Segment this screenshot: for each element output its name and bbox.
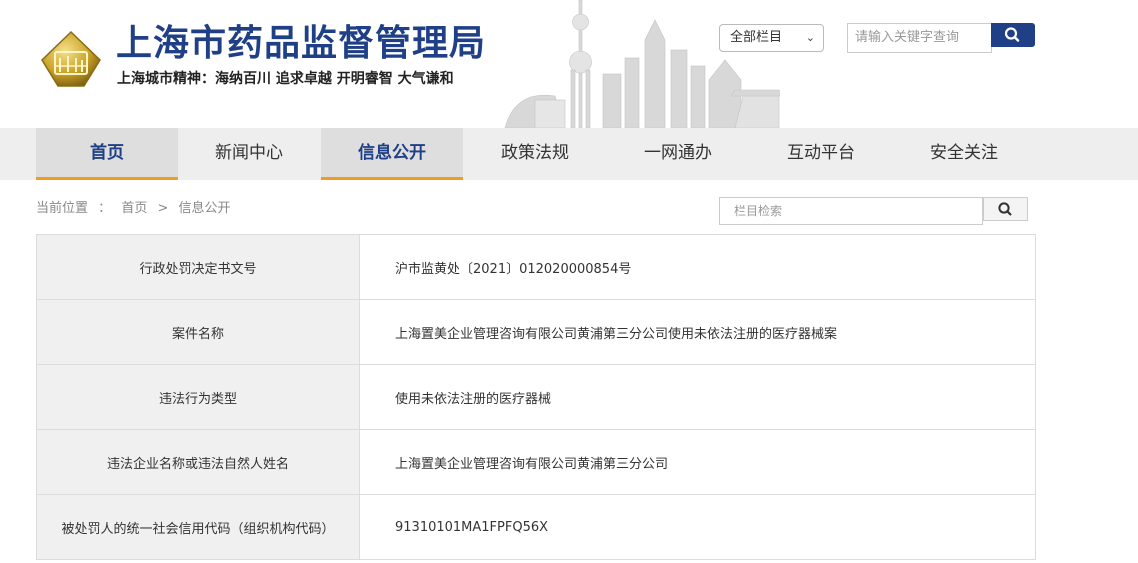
row-key: 行政处罚决定书文号	[36, 234, 360, 300]
row-value: 上海置美企业管理咨询有限公司黄浦第三分公司使用未依法注册的医疗器械案	[359, 299, 1036, 365]
section-search-placeholder: 栏目检索	[734, 204, 783, 218]
main-nav: 首页 新闻中心 信息公开 政策法规 一网通办 互动平台 安全关注	[0, 128, 1138, 180]
row-value: 91310101MA1FPFQ56X	[359, 494, 1036, 560]
nav-item-home[interactable]: 首页	[36, 128, 178, 180]
site-slogan: 上海城市精神：海纳百川 追求卓越 开明睿智 大气谦和	[117, 71, 454, 87]
breadcrumb: 当前位置 ： 首页 > 信息公开	[36, 200, 237, 218]
row-value: 上海置美企业管理咨询有限公司黄浦第三分公司	[359, 429, 1036, 495]
breadcrumb-prefix: 当前位置	[36, 201, 89, 216]
table-row: 被处罚人的统一社会信用代码（组织机构代码） 91310101MA1FPFQ56X	[36, 494, 1036, 560]
search-icon	[1004, 27, 1020, 42]
nav-item-interact[interactable]: 互动平台	[750, 128, 892, 180]
skyline-decoration	[504, 0, 780, 128]
nav-item-info[interactable]: 信息公开	[321, 128, 463, 180]
row-key: 违法企业名称或违法自然人姓名	[36, 429, 360, 495]
section-search-input[interactable]: 栏目检索	[719, 197, 983, 225]
search-input[interactable]: 请输入关键字查询	[847, 23, 992, 53]
row-key: 违法行为类型	[36, 364, 360, 430]
nav-item-policy[interactable]: 政策法规	[464, 128, 606, 180]
scope-select[interactable]: 全部栏目 ⌄	[719, 24, 824, 52]
row-key: 被处罚人的统一社会信用代码（组织机构代码）	[36, 494, 360, 560]
table-row: 违法行为类型 使用未依法注册的医疗器械	[36, 364, 1036, 430]
breadcrumb-current[interactable]: 信息公开	[179, 201, 231, 216]
table-row: 违法企业名称或违法自然人姓名 上海置美企业管理咨询有限公司黄浦第三分公司	[36, 429, 1036, 495]
search-input-placeholder: 请输入关键字查询	[855, 30, 960, 45]
search-button[interactable]	[991, 23, 1035, 47]
table-row: 案件名称 上海置美企业管理咨询有限公司黄浦第三分公司使用未依法注册的医疗器械案	[36, 299, 1036, 365]
site-title: 上海市药品监督管理局	[116, 23, 487, 64]
nav-item-service[interactable]: 一网通办	[607, 128, 749, 180]
breadcrumb-separator: >	[157, 201, 169, 216]
row-value: 沪市监黄处〔2021〕012020000854号	[359, 234, 1036, 300]
breadcrumb-home[interactable]: 首页	[121, 201, 147, 216]
nav-item-safety[interactable]: 安全关注	[893, 128, 1035, 180]
penalty-info-table: 行政处罚决定书文号 沪市监黄处〔2021〕012020000854号 案件名称 …	[36, 234, 1036, 560]
nav-item-news[interactable]: 新闻中心	[178, 128, 320, 180]
breadcrumb-separator: ：	[98, 201, 112, 216]
search-icon	[998, 202, 1012, 216]
section-search-button[interactable]	[983, 197, 1028, 221]
chevron-down-icon: ⌄	[805, 31, 815, 44]
row-key: 案件名称	[36, 299, 360, 365]
site-header: 上海市药品监督管理局 上海城市精神：海纳百川 追求卓越 开明睿智 大气谦和 全部…	[0, 0, 1138, 128]
table-row: 行政处罚决定书文号 沪市监黄处〔2021〕012020000854号	[36, 234, 1036, 300]
row-value: 使用未依法注册的医疗器械	[359, 364, 1036, 430]
emblem-icon[interactable]	[38, 30, 104, 88]
scope-select-value: 全部栏目	[730, 30, 783, 45]
